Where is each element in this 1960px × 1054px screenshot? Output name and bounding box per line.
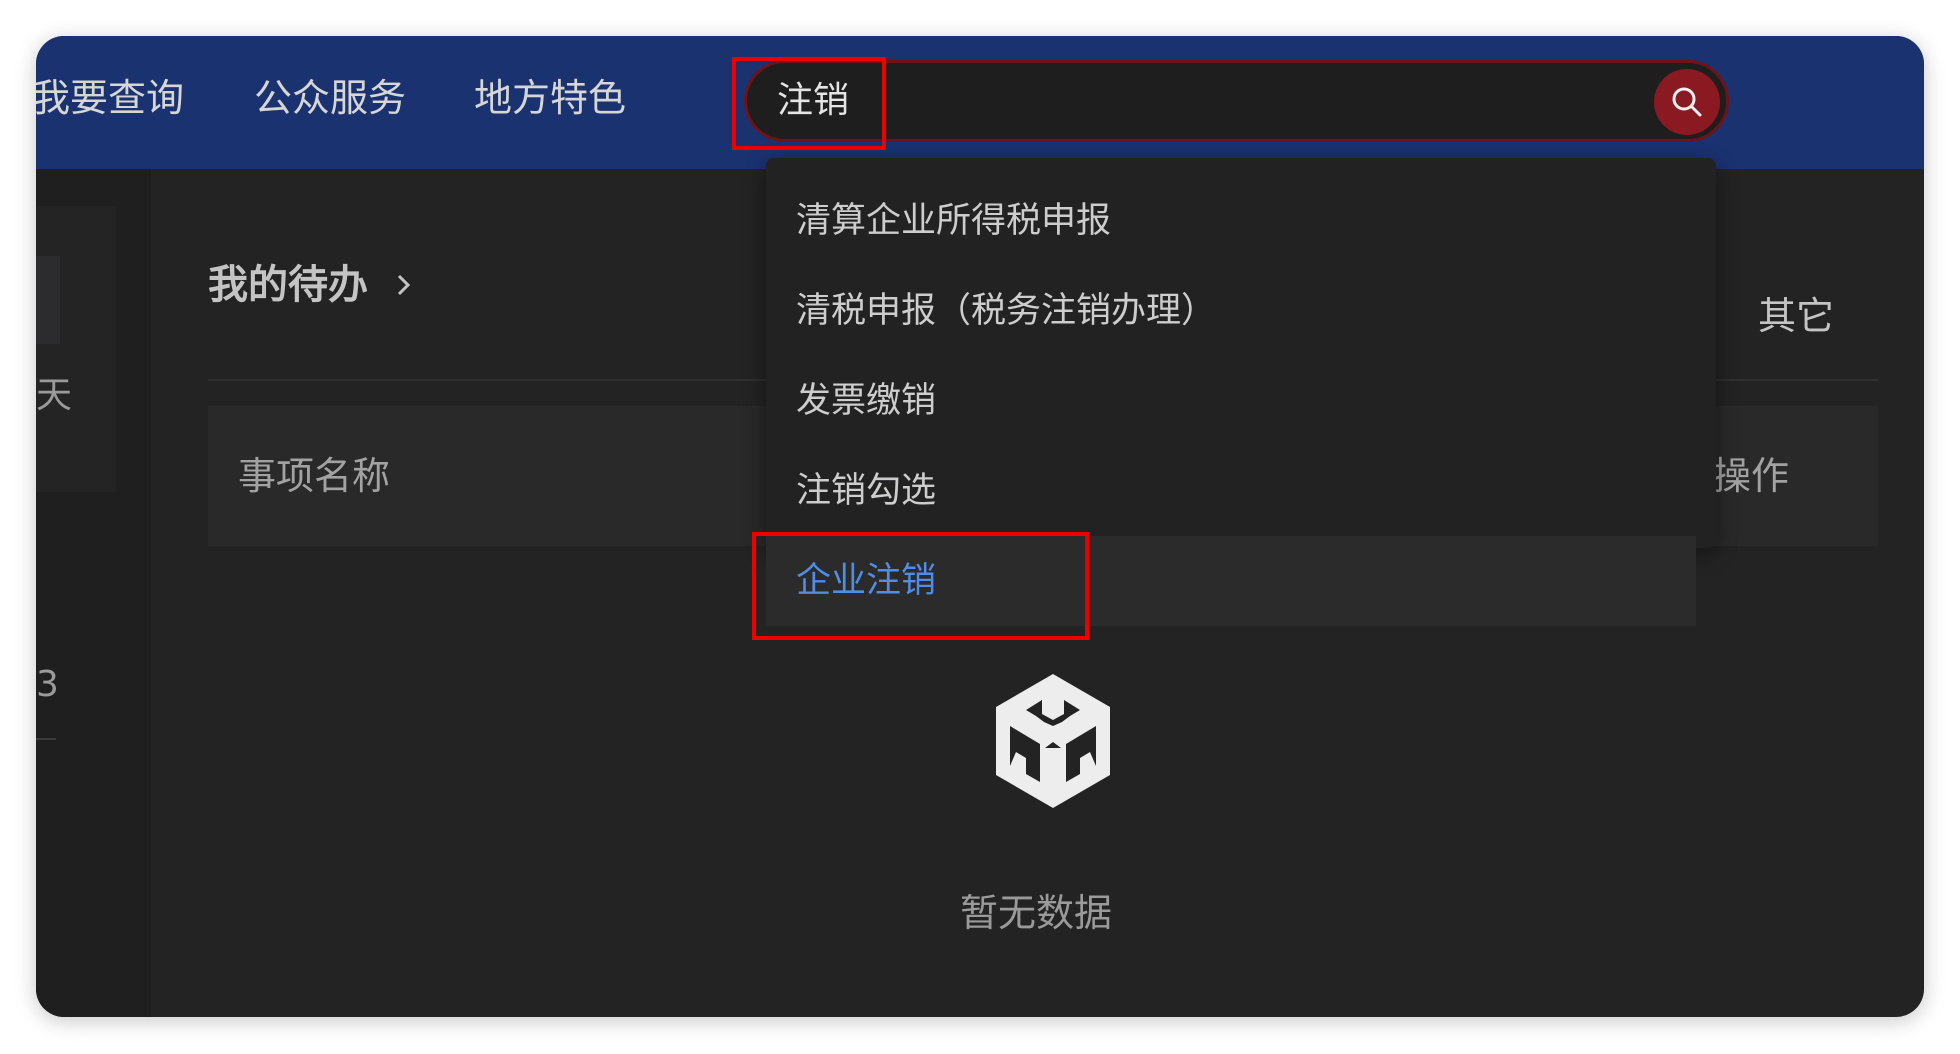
search-bar[interactable]: 注销 — [744, 60, 1729, 142]
tab-other[interactable]: 其它 — [1758, 294, 1834, 338]
search-icon — [1672, 87, 1702, 117]
empty-state-text: 暂无数据 — [959, 891, 1112, 935]
left-count: 3 — [36, 664, 59, 705]
suggestion-item[interactable]: 清算企业所得税申报 — [766, 176, 1696, 266]
left-tab-block[interactable] — [36, 256, 60, 344]
left-divider — [36, 738, 56, 740]
todo-title[interactable]: 我的待办 — [208, 260, 368, 310]
chevron-right-icon[interactable] — [395, 270, 413, 300]
suggestion-item[interactable]: 发票缴销 — [766, 356, 1696, 446]
highlight-box-search-term — [732, 57, 886, 150]
empty-box-icon — [996, 674, 1110, 808]
nav-item-public-service[interactable]: 公众服务 — [254, 76, 406, 120]
left-panel — [36, 206, 116, 492]
nav-item-query[interactable]: 我要查询 — [36, 76, 184, 120]
suggestion-item[interactable]: 注销勾选 — [766, 446, 1696, 536]
column-action: 操作 — [1713, 454, 1790, 498]
left-label-day: 天 — [36, 375, 73, 416]
app-window: 我要查询 公众服务 地方特色 注销 天 3 我的待办 其它 事项名称 操作 暂无… — [36, 36, 1924, 1017]
suggestion-item[interactable]: 清税申报（税务注销办理） — [766, 266, 1696, 356]
highlight-box-suggestion — [752, 532, 1089, 640]
search-suggestions-dropdown: 清算企业所得税申报 清税申报（税务注销办理） 发票缴销 注销勾选 企业注销 — [766, 158, 1716, 626]
top-nav-bar: 我要查询 公众服务 地方特色 注销 — [36, 36, 1924, 169]
column-item-name: 事项名称 — [238, 454, 391, 498]
nav-item-local-features[interactable]: 地方特色 — [474, 76, 626, 120]
search-button[interactable] — [1654, 69, 1720, 135]
